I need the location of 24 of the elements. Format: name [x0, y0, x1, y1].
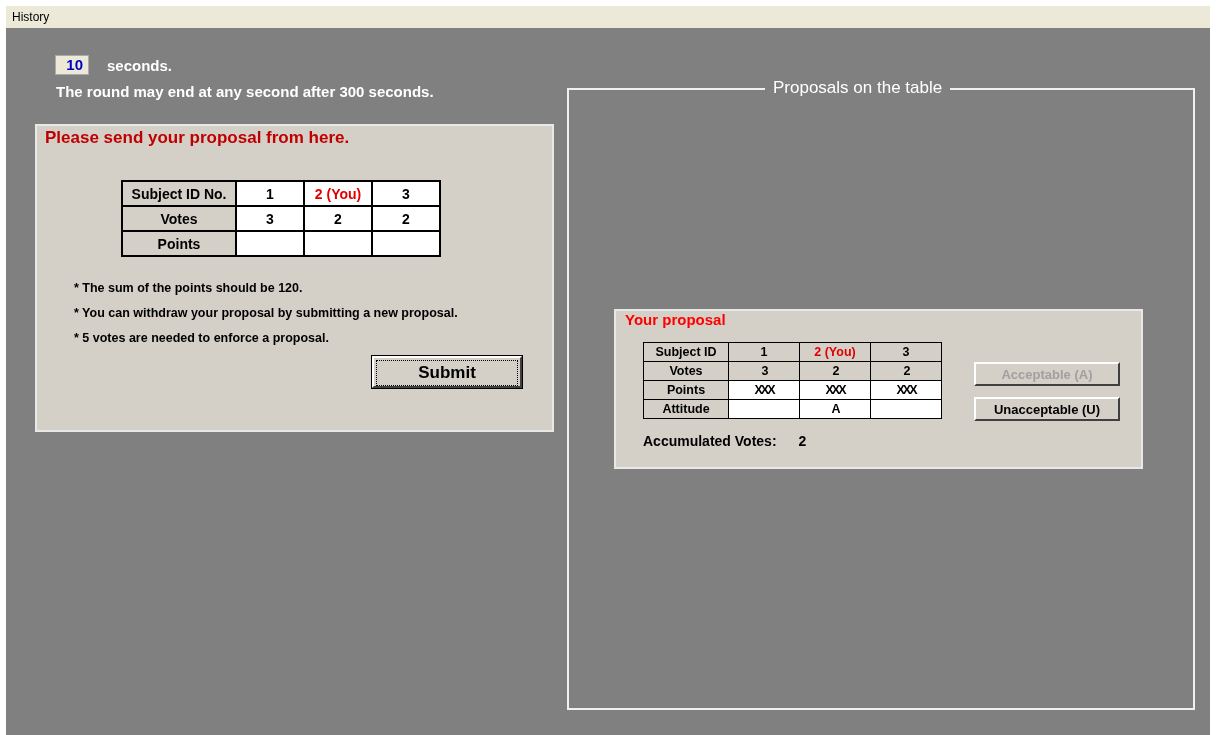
answer-button[interactable]: Unacceptable (U) [974, 397, 1120, 421]
table-cell: Subject ID [643, 342, 729, 362]
table-cell: Subject ID No. [122, 181, 236, 206]
table-cell: 3 [372, 181, 440, 206]
panel-title: Your proposal [624, 311, 727, 328]
table-cell: 1 [728, 342, 800, 362]
table-cell: 3 [870, 342, 942, 362]
frame-title: Proposals on the table [765, 78, 951, 98]
accumulated-value: 2 [798, 433, 807, 449]
timer-field: 10 [55, 55, 89, 75]
notice-text: The round may end at any second after 300 seconds. [56, 83, 435, 100]
submit-button[interactable]: Submit [372, 356, 522, 388]
note-text: * The sum of the points should be 120. [74, 281, 304, 295]
accumulated-label: Accumulated Votes: [643, 433, 777, 449]
panel-title: Please send your proposal from here. [44, 128, 351, 148]
note-text: * You can withdraw your proposal by submitting a new proposal. [74, 306, 459, 320]
note-text: * 5 votes are needed to enforce a proposal. [74, 331, 330, 345]
table-cell: Votes [122, 206, 236, 231]
table-cell: 2 (You) [304, 181, 372, 206]
table-cell: 1 [236, 181, 304, 206]
menu-item[interactable]: History [6, 10, 56, 24]
table-cell: 2 (You) [799, 342, 871, 362]
timer-unit: seconds. [107, 56, 173, 74]
table-cell: Points [122, 231, 236, 256]
